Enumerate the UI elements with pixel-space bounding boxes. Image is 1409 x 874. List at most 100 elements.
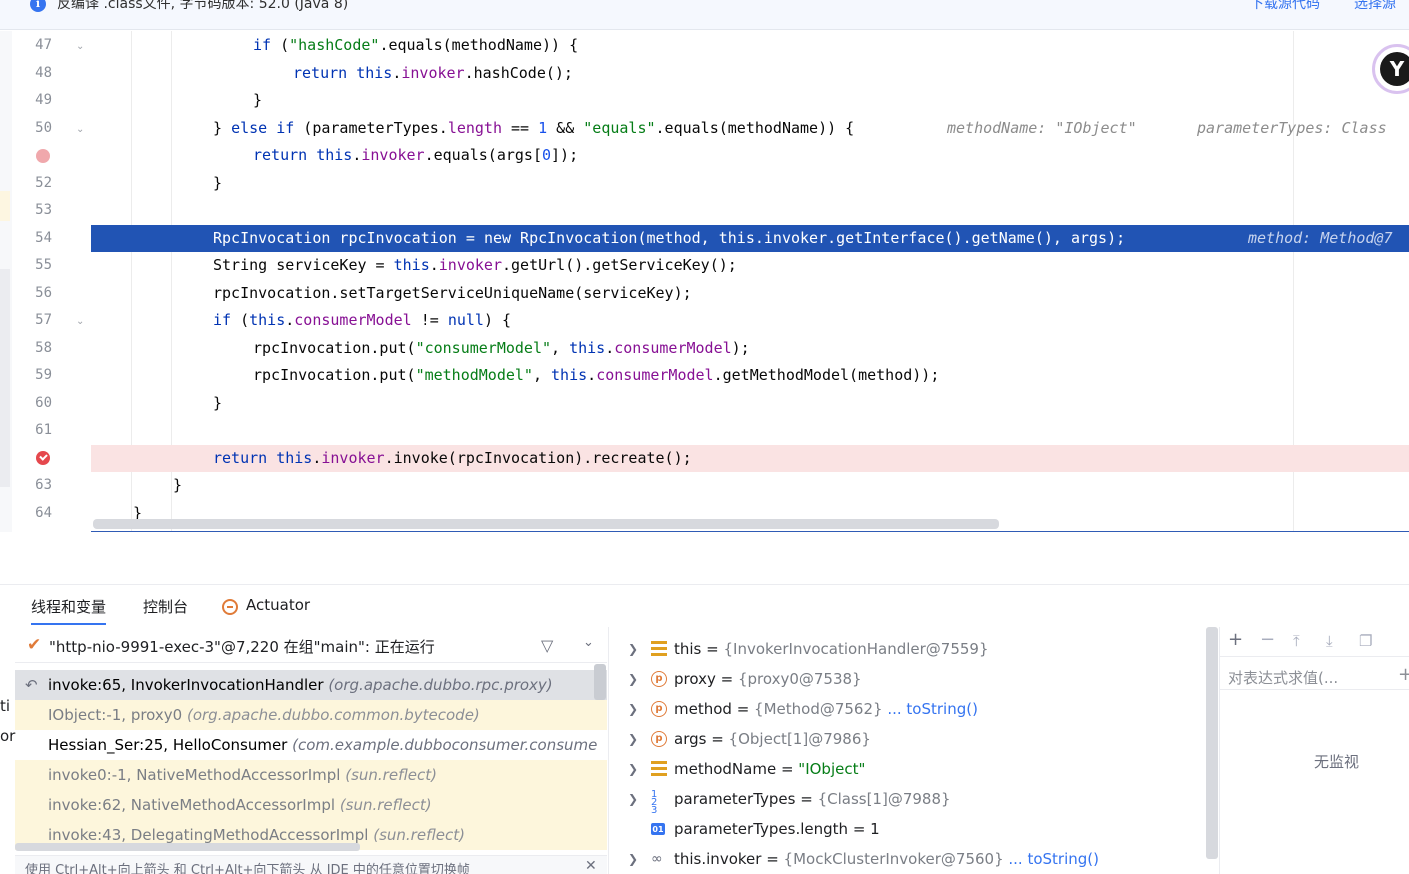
to-string-link[interactable]: ... toString() — [883, 700, 978, 718]
variable-name: this — [674, 640, 702, 658]
variable-row[interactable]: ❯ this = {InvokerInvocationHandler@7559} — [609, 634, 1207, 664]
code-line: if ("hashCode".equals(methodName)) { — [253, 36, 579, 54]
line-number: 49 — [35, 92, 52, 108]
add-icon[interactable]: + — [1398, 664, 1409, 685]
frame-package: (sun.reflect) — [339, 796, 432, 814]
return-icon: ↶ — [25, 676, 38, 694]
chevron-down-icon[interactable]: ⌄ — [583, 635, 594, 650]
remove-watch-icon[interactable]: − — [1260, 629, 1275, 650]
parameter-icon: p — [651, 701, 667, 717]
variable-equals: = — [848, 820, 871, 838]
variable-row[interactable]: ❯ methodName = "IObject" — [609, 754, 1207, 784]
watch-glasses-icon: ∞ — [651, 851, 663, 867]
fold-icon[interactable]: ⌄ — [76, 42, 86, 52]
fold-icon[interactable]: ⌄ — [76, 317, 86, 327]
chevron-right-icon[interactable]: ❯ — [628, 784, 638, 814]
breakpoint-icon[interactable] — [36, 149, 50, 163]
field-icon — [651, 641, 667, 657]
chevron-right-icon[interactable]: ❯ — [628, 634, 638, 664]
chevron-right-icon[interactable]: ❯ — [628, 664, 638, 694]
stack-frame[interactable]: IObject:-1, proxy0 (org.apache.dubbo.com… — [15, 700, 607, 730]
variables-vertical-scrollbar[interactable] — [1206, 627, 1218, 859]
code-line: return this.invoker.equals(args[0]); — [253, 146, 579, 164]
divider — [1220, 689, 1409, 690]
download-sources-link[interactable]: 下载源代码 — [1250, 0, 1320, 13]
variable-row[interactable]: ❯ ∞ this.invoker = {MockClusterInvoker@7… — [609, 844, 1207, 874]
line-number: 57 — [35, 312, 52, 328]
choose-sources-link[interactable]: 选择源 — [1354, 0, 1396, 13]
copy-icon[interactable]: ❐ — [1359, 632, 1372, 650]
variable-row[interactable]: ❯ p method = {Method@7562} ... toString(… — [609, 694, 1207, 724]
variable-name: methodName — [674, 760, 777, 778]
move-up-icon[interactable]: ⤒ — [1293, 632, 1300, 650]
clipped-text: ti — [0, 697, 11, 715]
frames-horizontal-scrollbar[interactable] — [15, 843, 360, 851]
variable-value: {Method@7562} — [754, 700, 883, 718]
code-line: rpcInvocation.setTargetServiceUniqueName… — [213, 284, 692, 302]
stack-frame[interactable]: ↶ invoke:65, InvokerInvocationHandler (or… — [15, 670, 607, 700]
field-icon — [651, 761, 667, 777]
stack-frame[interactable]: Hessian_Ser:25, HelloConsumer (com.examp… — [15, 730, 607, 760]
clipped-panel-text: ti or — [0, 687, 15, 767]
inline-value-hint: parameterTypes: Class — [1197, 119, 1387, 137]
variable-equals: = — [731, 700, 755, 718]
code-line: } else if (parameterTypes.length == 1 &&… — [91, 115, 1409, 142]
code-editor[interactable]: 47 48 49 50 52 53 54 55 56 57 58 59 60 6… — [0, 31, 1409, 532]
chevron-right-icon[interactable]: ❯ — [628, 694, 638, 724]
execution-point-line: RpcInvocation rpcInvocation = new RpcInv… — [91, 225, 1409, 252]
line-number: 61 — [35, 422, 52, 438]
stack-frame[interactable]: invoke0:-1, NativeMethodAccessorImpl (su… — [15, 760, 607, 790]
frame-package: (org.apache.dubbo.rpc.proxy) — [328, 676, 553, 694]
debug-tabs: 线程和变量 控制台 Actuator — [0, 584, 1409, 626]
frame-name: invoke0:-1, NativeMethodAccessorImpl — [48, 766, 341, 784]
thread-label: "http-nio-9991-exec-3"@7,220 在组"main": 正… — [49, 638, 435, 656]
to-string-link[interactable]: ... toString() — [1004, 850, 1099, 868]
evaluate-expression-input[interactable]: 对表达式求值(... — [1228, 667, 1338, 688]
line-number: 60 — [35, 395, 52, 411]
frames-hint-text: 使用 Ctrl+Alt+向上箭头 和 Ctrl+Alt+向下箭头 从 IDE 中… — [25, 863, 470, 874]
chevron-right-icon[interactable]: ❯ — [628, 754, 638, 784]
variable-name: proxy — [674, 670, 716, 688]
frame-name: invoke:62, NativeMethodAccessorImpl — [48, 796, 336, 814]
change-marker — [0, 191, 10, 221]
stack-frame[interactable]: invoke:62, NativeMethodAccessorImpl (sun… — [15, 790, 607, 820]
line-number: 55 — [35, 257, 52, 273]
variable-row[interactable]: 01 parameterTypes.length = 1 — [609, 814, 1207, 844]
variable-equals: = — [706, 730, 729, 748]
line-number: 59 — [35, 367, 52, 383]
variable-value: 1 — [870, 820, 880, 838]
fold-icon[interactable]: ⌄ — [76, 125, 86, 135]
close-icon[interactable]: ✕ — [585, 858, 597, 874]
code-area[interactable]: if ("hashCode".equals(methodName)) { ret… — [91, 31, 1409, 532]
variable-value: {proxy0@7538} — [737, 670, 862, 688]
line-number: 47 — [35, 37, 52, 53]
code-line: rpcInvocation.put("methodModel", this.co… — [253, 366, 940, 384]
parameter-icon: p — [651, 731, 667, 747]
editor-horizontal-scrollbar[interactable] — [93, 519, 999, 529]
add-watch-icon[interactable]: + — [1228, 629, 1243, 650]
tab-threads-variables[interactable]: 线程和变量 — [31, 596, 107, 625]
variable-equals: = — [701, 640, 724, 658]
variable-row[interactable]: ❯ p args = {Object[1]@7986} — [609, 724, 1207, 754]
active-breakpoint-icon[interactable] — [36, 451, 50, 465]
thread-selector[interactable]: ✔ "http-nio-9991-exec-3"@7,220 在组"main":… — [15, 627, 607, 663]
scope-marker — [0, 269, 10, 487]
variable-equals: = — [761, 850, 784, 868]
array-icon: 123 — [651, 789, 658, 816]
chevron-right-icon[interactable]: ❯ — [628, 724, 638, 754]
line-number: 56 — [35, 285, 52, 301]
line-number: 52 — [35, 175, 52, 191]
editor-bottom-border — [91, 531, 1409, 532]
filter-icon[interactable]: ▽ — [541, 636, 553, 655]
tab-actuator[interactable]: Actuator — [246, 596, 310, 614]
variable-row[interactable]: ❯ 123 parameterTypes = {Class[1]@7988} — [609, 784, 1207, 816]
variable-name: parameterTypes — [674, 790, 796, 808]
variable-value: {Class[1]@7988} — [817, 790, 951, 808]
frames-vertical-scrollbar[interactable] — [594, 664, 606, 700]
chevron-right-icon[interactable]: ❯ — [628, 844, 638, 874]
move-down-icon[interactable]: ⤓ — [1326, 632, 1333, 650]
watches-panel: + − ⤒ ⤓ ❐ 对表达式求值(... + 无监视 — [1219, 627, 1409, 874]
variable-row[interactable]: ❯ p proxy = {proxy0@7538} — [609, 664, 1207, 694]
tab-console[interactable]: 控制台 — [143, 596, 188, 617]
